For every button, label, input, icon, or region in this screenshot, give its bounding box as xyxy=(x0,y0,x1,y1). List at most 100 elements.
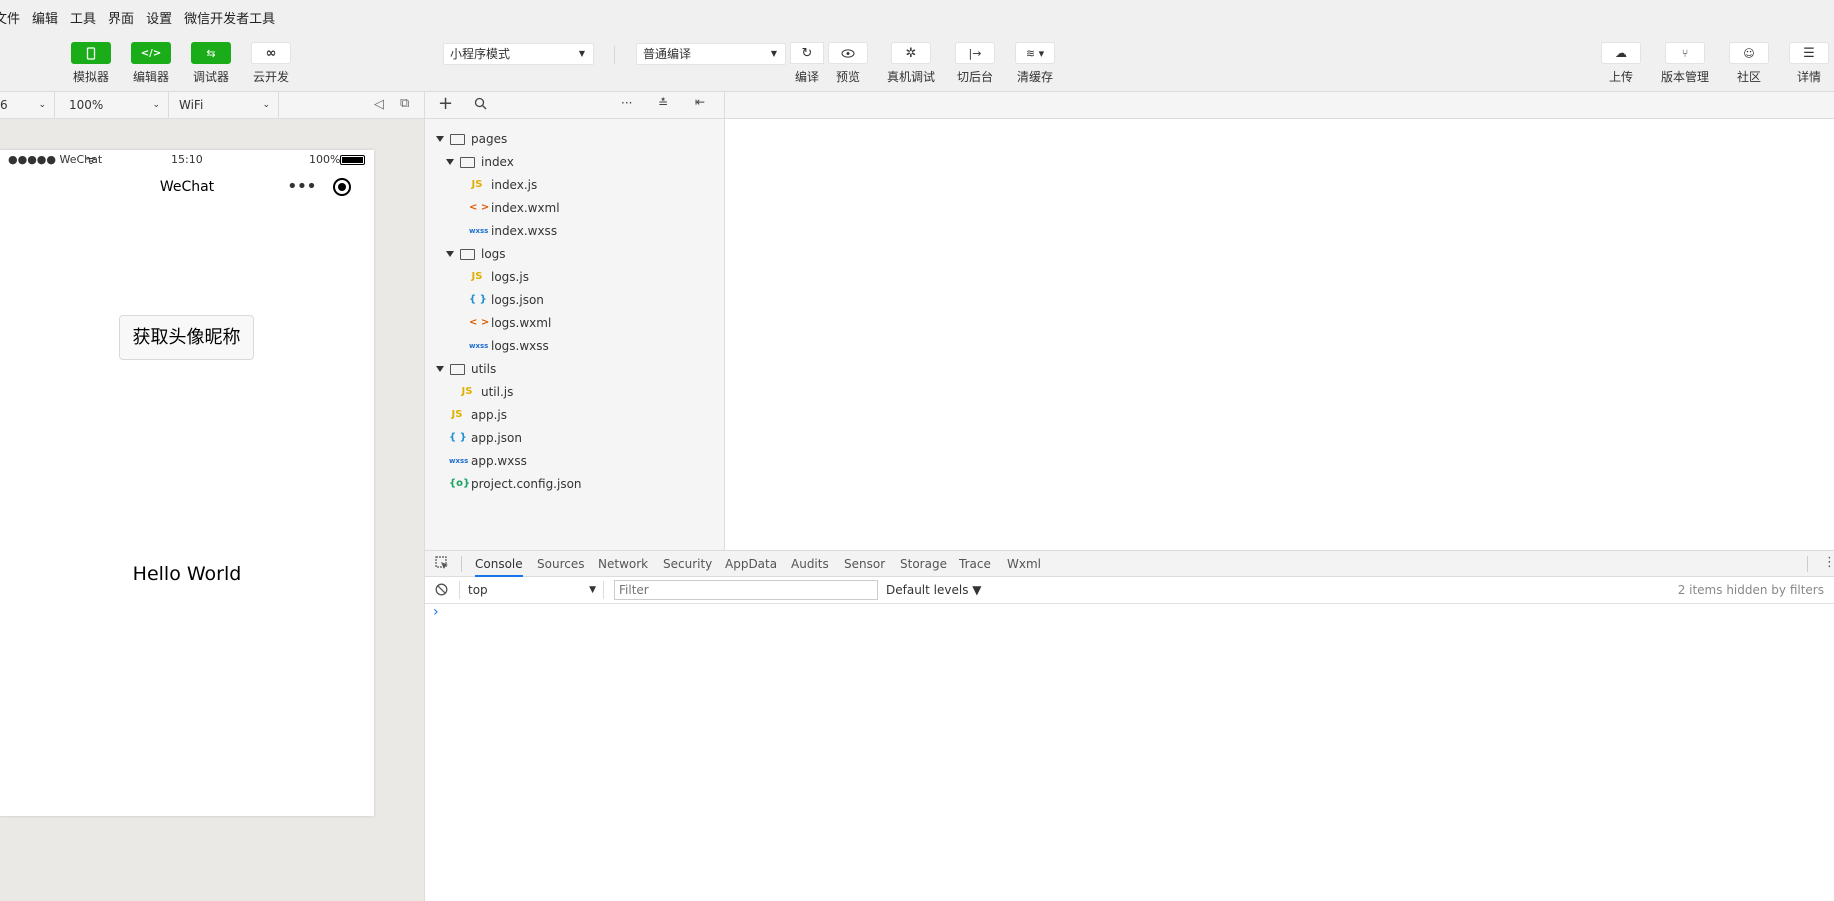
tree-item-label: util.js xyxy=(481,385,514,399)
tree-item[interactable]: < > logs.wxml xyxy=(469,313,551,333)
tree-item[interactable]: wxss index.wxss xyxy=(469,221,557,241)
chat-icon: ☺ xyxy=(1729,42,1769,64)
tab-wxml[interactable]: Wxml xyxy=(1007,551,1041,577)
phone-icon xyxy=(71,42,111,64)
clear-cache-button[interactable]: ≋ ▾ 清缓存 xyxy=(1005,42,1065,85)
cloud-button[interactable]: ∞ 云开发 xyxy=(241,42,301,85)
menu-view[interactable]: 界面 xyxy=(108,8,134,27)
background-button[interactable]: |→ 切后台 xyxy=(945,42,1005,85)
kebab-menu-icon[interactable]: ⋮ xyxy=(1823,555,1834,570)
preview-label: 预览 xyxy=(835,70,860,84)
more-dots-icon[interactable]: ••• xyxy=(287,176,317,197)
device-select[interactable]: 6 ⌄ xyxy=(0,92,55,118)
console-filter-input[interactable] xyxy=(614,580,878,600)
tab-sensor[interactable]: Sensor xyxy=(844,551,885,577)
hide-sidebar-icon[interactable]: ⇤ xyxy=(695,95,705,109)
js-file-icon: JS xyxy=(451,409,463,420)
folder-icon xyxy=(460,156,475,168)
battery-percent: 100% xyxy=(309,153,341,166)
tab-appdata[interactable]: AppData xyxy=(725,551,777,577)
tree-item[interactable]: JS logs.js xyxy=(469,267,529,287)
upload-button[interactable]: ☁ 上传 xyxy=(1591,42,1651,85)
menu-settings[interactable]: 设置 xyxy=(146,8,172,27)
simulator-panel: ●●●●● WeChat ᯤ 15:10 100% WeChat ••• 获取头… xyxy=(0,119,425,901)
tabbar-divider xyxy=(461,556,462,572)
zoom-select[interactable]: 100% ⌄ xyxy=(61,92,169,118)
log-levels-select[interactable]: Default levels ▼ xyxy=(886,583,982,597)
tree-item[interactable]: { } logs.json xyxy=(469,290,544,310)
tree-item[interactable]: wxss app.wxss xyxy=(449,451,527,471)
close-target-icon[interactable] xyxy=(333,178,351,196)
tree-item[interactable]: {o} project.config.json xyxy=(449,474,582,494)
tab-network[interactable]: Network xyxy=(598,551,648,577)
tree-item[interactable]: logs xyxy=(446,244,506,264)
filter-divider xyxy=(459,581,460,599)
nav-bar: WeChat ••• xyxy=(0,170,374,204)
tree-item[interactable]: JS app.js xyxy=(449,405,507,425)
tab-trace[interactable]: Trace xyxy=(959,551,991,577)
remote-debug-button[interactable]: ✲ 真机调试 xyxy=(881,42,941,85)
js-file-icon: JS xyxy=(471,179,483,190)
details-button[interactable]: ☰ 详情 xyxy=(1779,42,1834,85)
menu-edit[interactable]: 编辑 xyxy=(32,8,58,27)
menu-file[interactable]: 文件 xyxy=(0,8,20,27)
hello-text: Hello World xyxy=(132,563,242,585)
tab-sources[interactable]: Sources xyxy=(537,551,584,577)
tree-item[interactable]: < > index.wxml xyxy=(469,198,560,218)
tree-item[interactable]: JS index.js xyxy=(469,175,538,195)
get-profile-button[interactable]: 获取头像昵称 xyxy=(119,315,254,360)
debug-icon: ⇆ xyxy=(191,42,231,64)
caret-down-icon xyxy=(446,159,454,165)
wxss-file-icon: wxss xyxy=(469,342,489,350)
tree-item[interactable]: utils xyxy=(436,359,496,379)
community-label: 社区 xyxy=(1736,70,1761,84)
tab-security[interactable]: Security xyxy=(663,551,712,577)
console-output[interactable]: › xyxy=(425,604,1834,901)
tree-item-label: index.js xyxy=(491,178,538,192)
tree-item[interactable]: { } app.json xyxy=(449,428,522,448)
tab-storage[interactable]: Storage xyxy=(900,551,947,577)
json-file-icon: { } xyxy=(449,432,467,443)
remote-debug-label: 真机调试 xyxy=(886,70,935,84)
preview-button[interactable]: 预览 xyxy=(819,42,877,85)
tab-audits[interactable]: Audits xyxy=(791,551,829,577)
tree-item[interactable]: pages xyxy=(436,129,507,149)
menu-bar: 文件 编辑 工具 界面 设置 微信开发者工具 xyxy=(0,0,1834,34)
background-label: 切后台 xyxy=(956,70,993,84)
mode-select[interactable]: 小程序模式 ▼ xyxy=(443,43,594,65)
debugger-button[interactable]: ⇆ 调试器 xyxy=(181,42,241,85)
inspect-element-icon[interactable] xyxy=(435,556,449,570)
compile-select[interactable]: 普通编译 ▼ xyxy=(636,43,786,65)
more-icon[interactable]: ··· xyxy=(621,96,632,110)
editor-tabs xyxy=(725,92,1834,119)
bug-icon: ✲ xyxy=(891,42,931,64)
menu-devtools[interactable]: 微信开发者工具 xyxy=(184,8,275,27)
caret-down-icon xyxy=(436,136,444,142)
tree-item[interactable]: JS util.js xyxy=(459,382,514,402)
search-icon[interactable] xyxy=(474,97,487,110)
add-file-icon[interactable]: + xyxy=(438,93,453,114)
tree-item-label: logs.wxss xyxy=(491,339,549,353)
tree-item[interactable]: wxss logs.wxss xyxy=(469,336,549,356)
tree-item-label: pages xyxy=(471,132,508,146)
network-select[interactable]: WiFi ⌄ xyxy=(171,92,279,118)
clear-console-icon[interactable] xyxy=(435,583,448,596)
detach-window-icon[interactable]: ⧉ xyxy=(400,96,409,111)
context-select[interactable]: top ▼ xyxy=(464,580,600,600)
tab-console[interactable]: Console xyxy=(475,551,523,577)
tree-item[interactable]: index xyxy=(446,152,514,172)
explorer-toolbar: + ··· ≛ ⇤ xyxy=(425,92,725,119)
menu-tools[interactable]: 工具 xyxy=(70,8,96,27)
simulator-label: 模拟器 xyxy=(72,70,109,84)
mode-select-value: 小程序模式 xyxy=(450,47,511,61)
mute-icon[interactable]: ◁ xyxy=(374,97,384,112)
wxml-file-icon: < > xyxy=(469,202,490,213)
editor-button[interactable]: </> 编辑器 xyxy=(121,42,181,85)
collapse-all-icon[interactable]: ≛ xyxy=(658,96,668,110)
tree-item-label: project.config.json xyxy=(471,477,582,491)
chevron-down-icon: ▼ xyxy=(770,49,777,58)
simulator-button[interactable]: 模拟器 xyxy=(61,42,121,85)
version-button[interactable]: ⑂ 版本管理 xyxy=(1655,42,1715,85)
community-button[interactable]: ☺ 社区 xyxy=(1719,42,1779,85)
js-file-icon: JS xyxy=(461,386,473,397)
